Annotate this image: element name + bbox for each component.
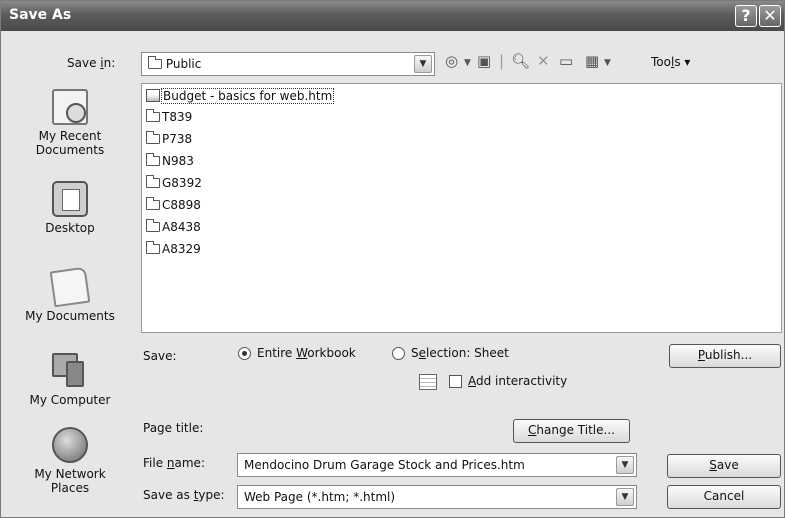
file-name-value: Mendocino Drum Garage Stock and Prices.h… bbox=[244, 458, 525, 472]
list-item[interactable]: A8329 bbox=[146, 241, 201, 257]
folder-icon bbox=[148, 56, 162, 69]
close-button[interactable]: ✕ bbox=[759, 5, 781, 27]
views-icon[interactable]: ▦ bbox=[585, 52, 599, 70]
up-folder-icon[interactable]: ▣ bbox=[477, 52, 491, 70]
add-interactivity-checkbox[interactable] bbox=[449, 375, 462, 388]
entire-workbook-radio[interactable] bbox=[238, 347, 251, 360]
my-computer-icon bbox=[52, 353, 88, 389]
cancel-button[interactable]: Cancel bbox=[667, 485, 781, 509]
save-in-value: Public bbox=[165, 57, 202, 71]
selection-sheet-radio[interactable] bbox=[392, 347, 405, 360]
folder-icon bbox=[146, 219, 160, 232]
save-in-dropdown[interactable]: Public ▼ bbox=[141, 52, 435, 76]
place-my-documents[interactable]: My Documents bbox=[6, 266, 134, 323]
back-dropdown-icon[interactable]: ▼ bbox=[464, 58, 471, 68]
save-button[interactable]: Save bbox=[667, 454, 781, 478]
interactivity-icon bbox=[419, 374, 437, 390]
new-folder-icon[interactable]: ▭ bbox=[559, 52, 573, 70]
recent-documents-icon bbox=[52, 89, 88, 125]
list-item[interactable]: T839 bbox=[146, 109, 192, 125]
page-title-label: Page title: bbox=[143, 421, 204, 435]
folder-icon bbox=[146, 131, 160, 144]
title-bar[interactable]: Save As ? ✕ bbox=[1, 1, 784, 31]
search-web-icon[interactable]: 🔍︎ bbox=[511, 52, 530, 70]
list-item[interactable]: C8898 bbox=[146, 197, 201, 213]
place-my-recent-documents[interactable]: My Recent Documents bbox=[6, 89, 134, 157]
web-page-file-icon bbox=[146, 89, 160, 102]
file-list[interactable]: Budget - basics for web.htm T839 P738 N9… bbox=[141, 83, 782, 333]
chevron-down-icon: ▼ bbox=[414, 55, 432, 73]
my-documents-icon bbox=[49, 266, 91, 308]
folder-icon bbox=[146, 109, 160, 122]
save-in-label: Save in: bbox=[67, 56, 116, 70]
publish-button[interactable]: Publish... bbox=[669, 344, 781, 368]
place-my-computer[interactable]: My Computer bbox=[6, 353, 134, 407]
place-my-network-places[interactable]: My Network Places bbox=[6, 427, 134, 495]
save-as-type-dropdown[interactable]: Web Page (*.htm; *.html) ▼ bbox=[237, 485, 637, 509]
folder-icon bbox=[146, 153, 160, 166]
dialog-title: Save As bbox=[9, 7, 72, 23]
save-options-label: Save: bbox=[143, 349, 177, 363]
change-title-button[interactable]: Change Title... bbox=[513, 419, 630, 443]
entire-workbook-label[interactable]: Entire Workbook bbox=[257, 346, 356, 360]
file-name-label: File name: bbox=[143, 456, 205, 470]
list-item[interactable]: G8392 bbox=[146, 175, 202, 191]
save-as-type-value: Web Page (*.htm; *.html) bbox=[244, 490, 396, 504]
network-places-icon bbox=[52, 427, 88, 463]
folder-icon bbox=[146, 241, 160, 254]
add-interactivity-label[interactable]: Add interactivity bbox=[468, 374, 567, 388]
list-item[interactable]: P738 bbox=[146, 131, 192, 147]
folder-icon bbox=[146, 175, 160, 188]
help-button[interactable]: ? bbox=[735, 5, 757, 27]
delete-icon[interactable]: ✕ bbox=[537, 52, 550, 70]
save-as-type-label: Save as type: bbox=[143, 488, 225, 502]
folder-icon bbox=[146, 197, 160, 210]
views-dropdown-icon[interactable]: ▼ bbox=[604, 58, 611, 68]
save-as-dialog: Save As ? ✕ Save in: Public ▼ ◎ ▼ ▣ | 🔍︎… bbox=[0, 0, 785, 518]
place-desktop[interactable]: Desktop bbox=[6, 181, 134, 235]
selection-sheet-label[interactable]: Selection: Sheet bbox=[411, 346, 509, 360]
list-item[interactable]: A8438 bbox=[146, 219, 201, 235]
places-bar: My Recent Documents Desktop My Documents… bbox=[6, 81, 134, 512]
list-item[interactable]: N983 bbox=[146, 153, 194, 169]
separator-icon: | bbox=[499, 52, 505, 70]
back-icon[interactable]: ◎ bbox=[445, 52, 458, 70]
chevron-down-icon[interactable]: ▼ bbox=[616, 456, 634, 474]
desktop-icon bbox=[52, 181, 88, 217]
tools-menu[interactable]: Tools ▾ bbox=[651, 55, 690, 69]
file-name-input[interactable]: Mendocino Drum Garage Stock and Prices.h… bbox=[237, 453, 637, 477]
list-item[interactable]: Budget - basics for web.htm bbox=[146, 88, 335, 104]
chevron-down-icon: ▼ bbox=[616, 488, 634, 506]
